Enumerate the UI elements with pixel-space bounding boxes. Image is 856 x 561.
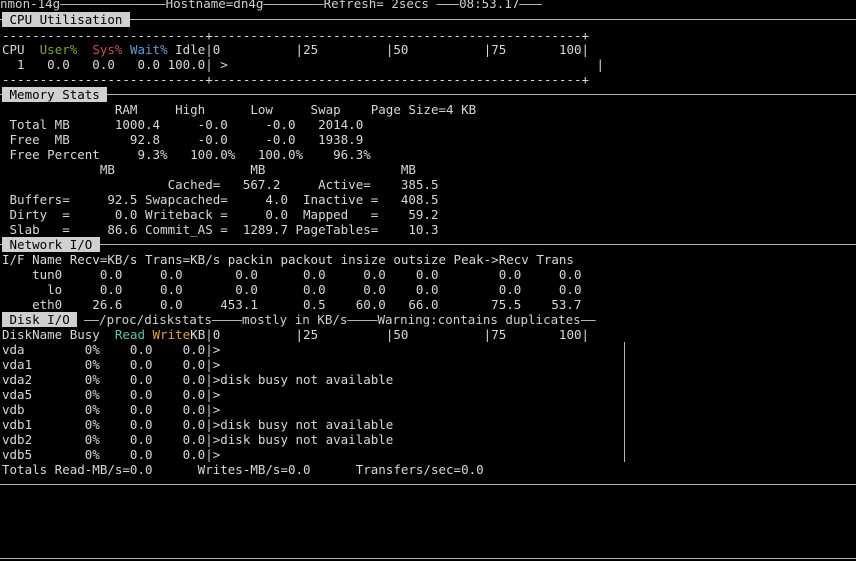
- network-row-eth0: eth0 26.6 0.0 453.1 0.5 60.0 66.0 75.5 5…: [2, 297, 582, 312]
- cpu-header-wait: Wait%: [129, 42, 168, 57]
- cpu-header-row: CPU User% Sys% Wait% Idle|0 |25 |50 |75 …: [2, 42, 589, 57]
- memory-line: Slab = 86.6 Commit_AS = 1289.7 PageTable…: [2, 222, 439, 237]
- memory-line: Cached= 567.2 Active= 385.5: [2, 177, 439, 192]
- disk-header-scale: KB|0 |25 |50 |75 100|: [190, 327, 590, 342]
- disk-row-vdb5: vdb5 0% 0.0 0.0|>: [2, 447, 221, 462]
- screen-bottom-divider: [0, 558, 856, 559]
- network-section-divider: [0, 244, 856, 245]
- cpu-header-scale: Idle|0 |25 |50 |75 100|: [167, 42, 590, 57]
- disk-bar-right-edge: [624, 342, 625, 357]
- disk-bar-right-edge: [624, 357, 625, 372]
- disk-bar-right-edge: [624, 387, 625, 402]
- memory-line: Buffers= 92.5 Swapcached= 4.0 Inactive =…: [2, 192, 439, 207]
- cpu-section-label: CPU Utilisation: [2, 12, 130, 27]
- disk-bar-right-edge: [624, 402, 625, 417]
- network-header-row: I/F Name Recv=KB/s Trans=KB/s packin pac…: [2, 252, 574, 267]
- disk-bar-right-edge: [624, 417, 625, 432]
- memory-section-divider: [0, 94, 856, 95]
- disk-row-vda: vda 0% 0.0 0.0|>: [2, 342, 221, 357]
- cpu-row-1: 1 0.0 0.0 0.0 100.0| > |: [2, 57, 605, 72]
- network-section-label: Network I/O: [2, 237, 100, 252]
- disk-header-name: DiskName Busy: [2, 327, 115, 342]
- cpu-header-user: User%: [39, 42, 78, 57]
- memory-line: Free MB 92.8 -0.0 -0.0 1938.9: [2, 132, 364, 147]
- cpu-dash-line-bottom: ---------------------------+------------…: [2, 72, 589, 87]
- disk-row-vdb1: vdb1 0% 0.0 0.0|>disk busy not available: [2, 417, 394, 432]
- disk-row-vdb2: vdb2 0% 0.0 0.0|>disk busy not available: [2, 432, 394, 447]
- disk-bar-right-edge: [624, 372, 625, 387]
- disk-header-read: Read: [114, 327, 145, 342]
- disk-bar-right-edge: [624, 447, 625, 462]
- disk-header-write: Write: [152, 327, 191, 342]
- disk-totals-row: Totals Read-MB/s=0.0 Writes-MB/s=0.0 Tra…: [2, 462, 484, 477]
- nmon-terminal-screen: nmon-14g——————————————Hostname=dn4g—————…: [0, 0, 856, 561]
- cpu-dash-line-top: ---------------------------+------------…: [2, 28, 589, 43]
- nmon-title-bar: nmon-14g——————————————Hostname=dn4g—————…: [0, 0, 542, 11]
- network-row-lo: lo 0.0 0.0 0.0 0.0 0.0 0.0 0.0 0.0: [2, 282, 582, 297]
- disk-section-title: ——/proc/diskstats————mostly in KB/s————W…: [84, 312, 596, 327]
- cpu-header-cpu: CPU: [2, 42, 40, 57]
- cpu-header-sys: Sys%: [92, 42, 123, 57]
- disk-row-vda1: vda1 0% 0.0 0.0|>: [2, 357, 221, 372]
- memory-line: Free Percent 9.3% 100.0% 100.0% 96.3%: [2, 147, 371, 162]
- memory-line: MB MB MB: [2, 162, 416, 177]
- disk-row-vda5: vda5 0% 0.0 0.0|>: [2, 387, 221, 402]
- disk-row-vdb: vdb 0% 0.0 0.0|>: [2, 402, 221, 417]
- disk-header-row: DiskName Busy Read WriteKB|0 |25 |50 |75…: [2, 327, 589, 342]
- disk-section-bottom-divider: [0, 484, 856, 485]
- memory-line: Dirty = 0.0 Writeback = 0.0 Mapped = 59.…: [2, 207, 439, 222]
- memory-section-label: Memory Stats: [2, 87, 108, 102]
- disk-bar-right-edge: [624, 432, 625, 447]
- memory-line: RAM High Low Swap Page Size=4 KB: [2, 102, 477, 117]
- disk-row-vda2: vda2 0% 0.0 0.0|>disk busy not available: [2, 372, 394, 387]
- network-row-tun0: tun0 0.0 0.0 0.0 0.0 0.0 0.0 0.0 0.0: [2, 267, 582, 282]
- memory-line: Total MB 1000.4 -0.0 -0.0 2014.0: [2, 117, 364, 132]
- disk-section-label: Disk I/O: [2, 312, 78, 327]
